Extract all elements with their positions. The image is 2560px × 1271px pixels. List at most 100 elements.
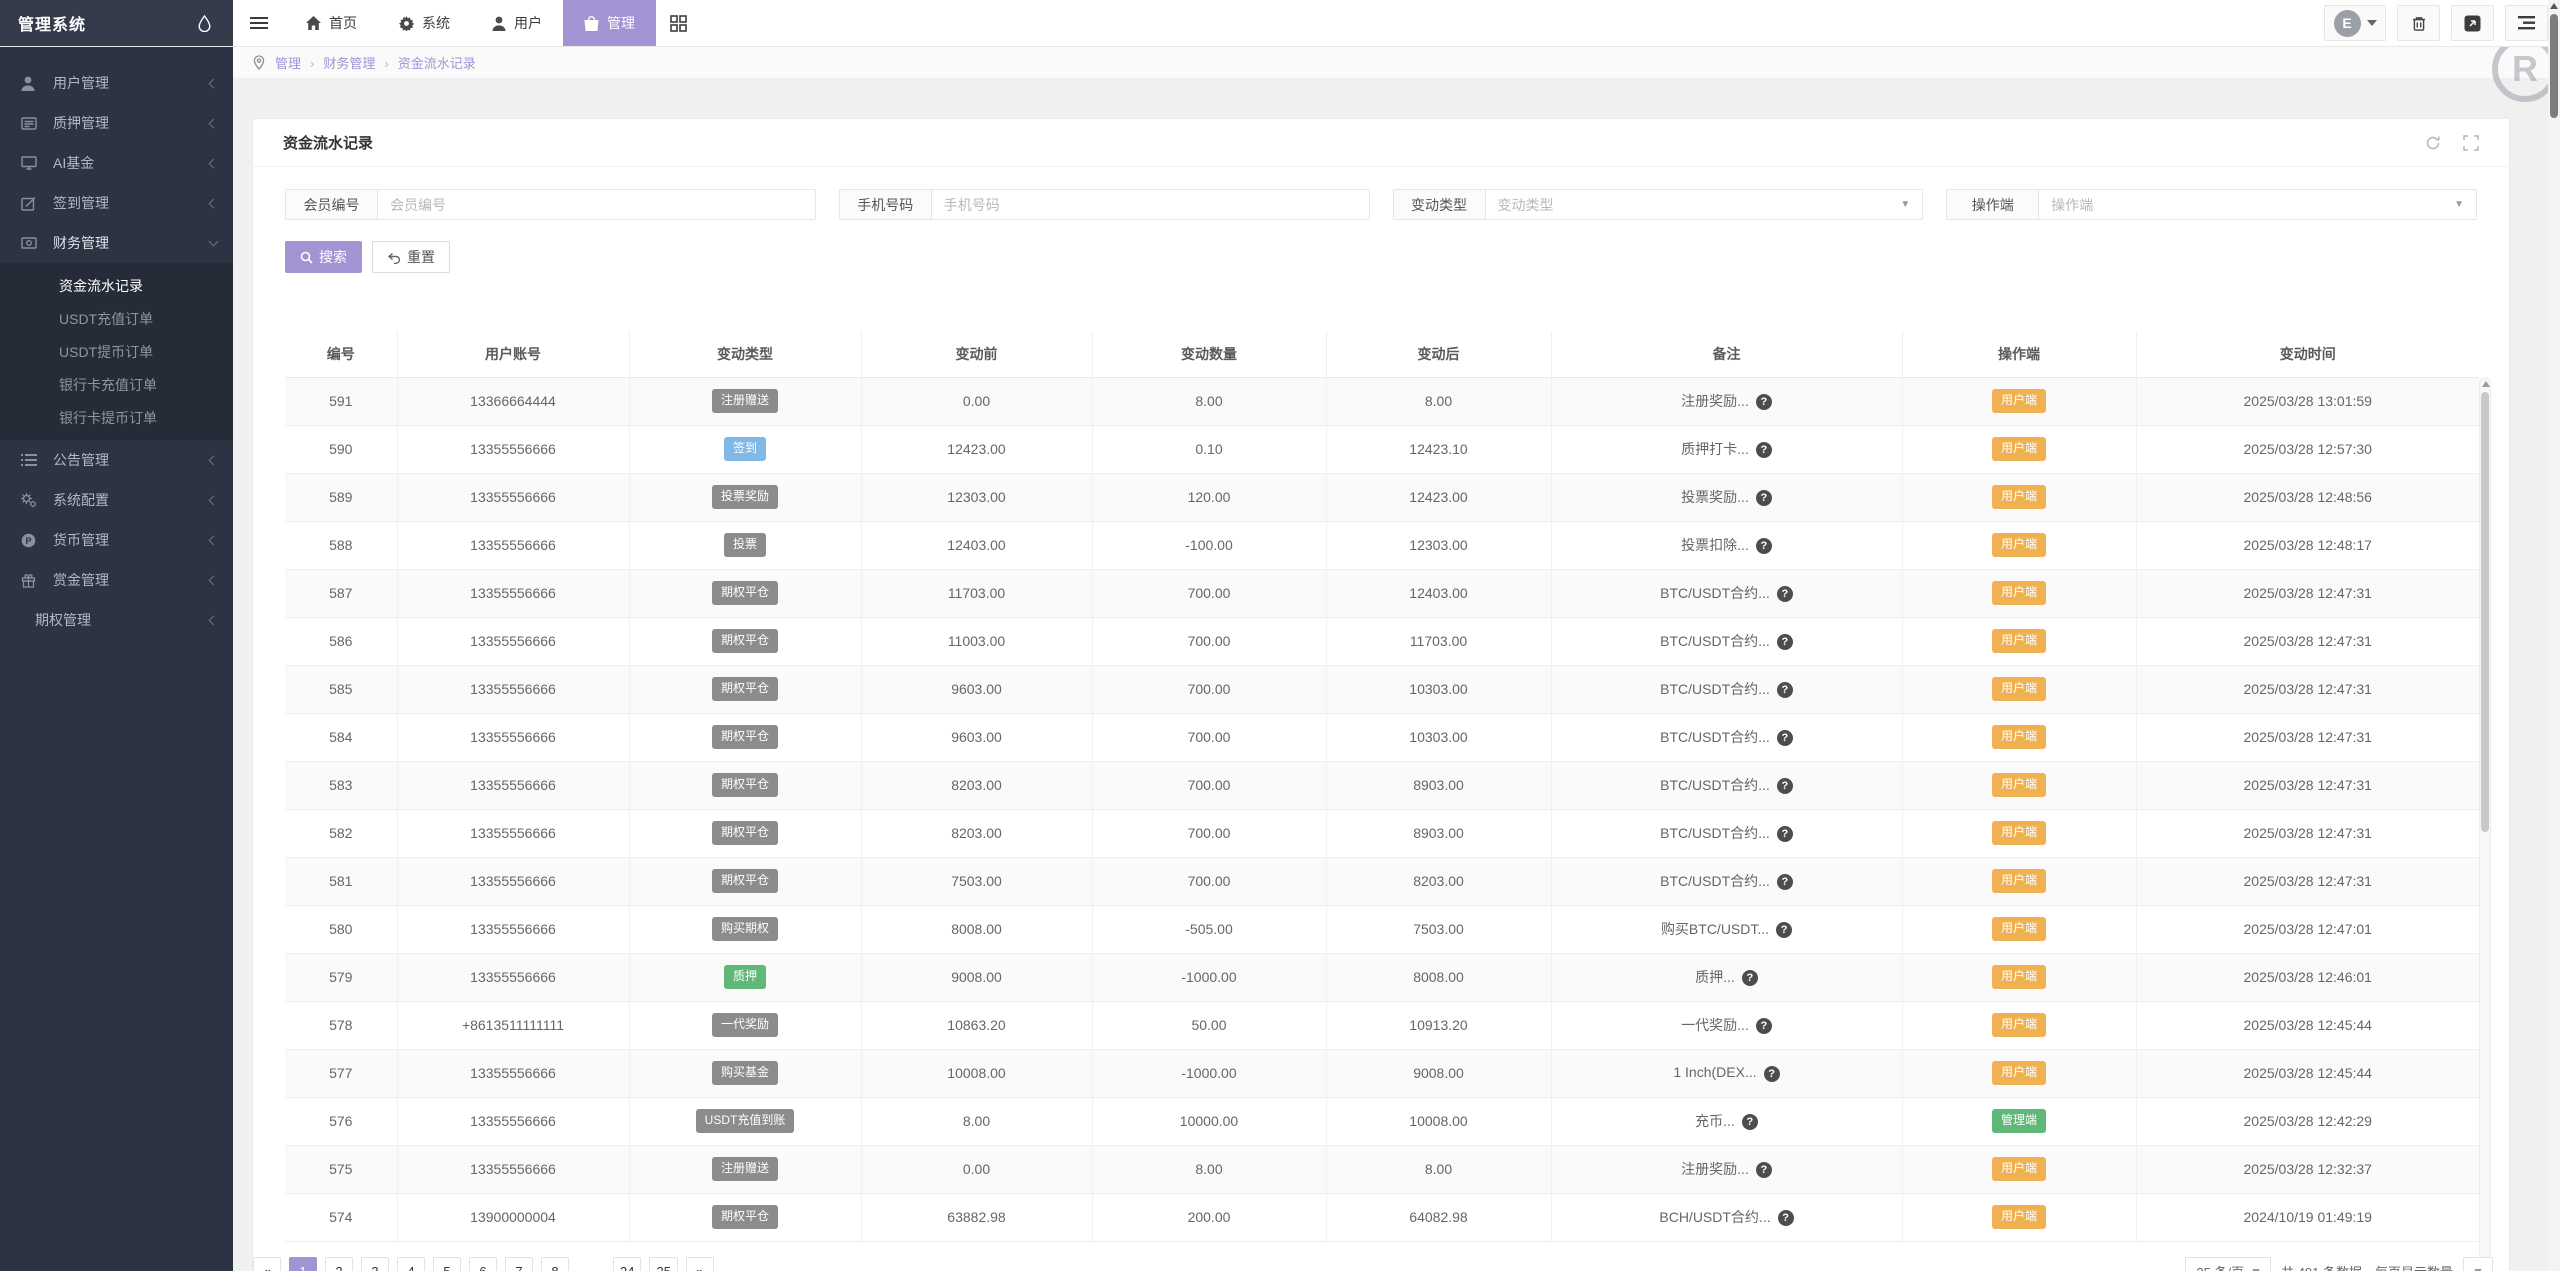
breadcrumb-item-3[interactable]: 资金流水记录: [398, 56, 476, 71]
table-row: 58913355556666投票奖励12303.00120.0012423.00…: [285, 473, 2479, 521]
table-row: 57513355556666注册赠送0.008.008.00注册奖励...?用户…: [285, 1145, 2479, 1193]
row-before: 0.00: [861, 1145, 1092, 1193]
sidebar-item-4[interactable]: 签到管理: [0, 183, 233, 223]
fullscreen-button[interactable]: [2451, 5, 2494, 41]
question-icon[interactable]: ?: [1742, 970, 1758, 986]
table-row: 59013355556666签到12423.000.1012423.10质押打卡…: [285, 425, 2479, 473]
apps-grid-icon[interactable]: [656, 0, 701, 46]
question-icon[interactable]: ?: [1777, 682, 1793, 698]
row-type: 购买基金: [629, 1049, 861, 1097]
row-type: 投票奖励: [629, 473, 861, 521]
sidebar-item-1[interactable]: 用户管理: [0, 63, 233, 103]
question-icon[interactable]: ?: [1742, 1114, 1758, 1130]
page-button-5[interactable]: 5: [433, 1257, 461, 1271]
page-button-3[interactable]: 3: [361, 1257, 389, 1271]
phone-input[interactable]: [931, 189, 1370, 220]
nav-item-4[interactable]: 管理: [563, 0, 656, 46]
member-id-input[interactable]: [377, 189, 816, 220]
more-menu-button[interactable]: [2505, 5, 2548, 41]
sidebar-item-2[interactable]: 质押管理: [0, 103, 233, 143]
question-icon[interactable]: ?: [1756, 490, 1772, 506]
terminal-badge: 用户端: [1992, 1157, 2046, 1181]
terminal-select[interactable]: 操作端 ▼: [2038, 189, 2477, 220]
remark-text: BTC/USDT合约...: [1660, 633, 1770, 649]
change-type-select[interactable]: 变动类型 ▼: [1485, 189, 1924, 220]
question-icon[interactable]: ?: [1756, 1018, 1772, 1034]
fullscreen-card-icon[interactable]: [2463, 135, 2479, 151]
breadcrumb-item-1[interactable]: 管理: [275, 56, 301, 71]
reset-button[interactable]: 重置: [372, 241, 450, 273]
row-terminal: 管理端: [1902, 1097, 2136, 1145]
search-button[interactable]: 搜索: [285, 241, 362, 273]
page-scrollbar[interactable]: [2548, 0, 2560, 1271]
question-icon[interactable]: ?: [1777, 730, 1793, 746]
refresh-icon[interactable]: [2425, 135, 2441, 151]
user-menu-button[interactable]: E: [2324, 5, 2386, 41]
row-time: 2025/03/28 12:47:31: [2136, 617, 2479, 665]
breadcrumb-item-2[interactable]: 财务管理: [323, 56, 375, 71]
row-time: 2025/03/28 12:32:37: [2136, 1145, 2479, 1193]
page-button-25[interactable]: 25: [649, 1257, 677, 1271]
sidebar-item-5[interactable]: 财务管理: [0, 223, 233, 263]
row-after: 10008.00: [1326, 1097, 1551, 1145]
question-icon[interactable]: ?: [1756, 394, 1772, 410]
page-button-7[interactable]: 7: [505, 1257, 533, 1271]
sidebar-subitem-1[interactable]: 资金流水记录: [0, 269, 233, 302]
question-icon[interactable]: ?: [1777, 826, 1793, 842]
page-size-select[interactable]: 25 条/页: [2185, 1257, 2271, 1271]
table-scrollbar-thumb[interactable]: [2481, 392, 2489, 832]
row-terminal: 用户端: [1902, 665, 2136, 713]
sidebar-subitem-4[interactable]: 银行卡充值订单: [0, 368, 233, 401]
question-icon[interactable]: ?: [1756, 538, 1772, 554]
sidebar-submenu: 资金流水记录USDT充值订单USDT提币订单银行卡充值订单银行卡提币订单: [0, 263, 233, 440]
sidebar-item-3[interactable]: AI基金: [0, 143, 233, 183]
question-icon[interactable]: ?: [1777, 778, 1793, 794]
scroll-up-arrow-icon[interactable]: [2482, 381, 2490, 387]
page-button-4[interactable]: 4: [397, 1257, 425, 1271]
sidebar-subitem-3[interactable]: USDT提币订单: [0, 335, 233, 368]
question-icon[interactable]: ?: [1777, 586, 1793, 602]
sidebar-item-9[interactable]: 赏金管理: [0, 560, 233, 600]
nav-item-2[interactable]: 系统: [378, 0, 471, 46]
nav-item-1[interactable]: 首页: [285, 0, 378, 46]
page-button-8[interactable]: 8: [541, 1257, 569, 1271]
row-type: 期权平仓: [629, 857, 861, 905]
sidebar-item-7[interactable]: 系统配置: [0, 480, 233, 520]
row-id: 584: [285, 713, 397, 761]
question-icon[interactable]: ?: [1778, 1210, 1794, 1226]
breadcrumb-separator: ›: [310, 56, 314, 71]
page-scrollbar-thumb[interactable]: [2550, 14, 2558, 118]
gear-icon: [399, 16, 414, 31]
question-icon[interactable]: ?: [1776, 922, 1792, 938]
sidebar-subitem-2[interactable]: USDT充值订单: [0, 302, 233, 335]
row-type: 注册赠送: [629, 1145, 861, 1193]
question-icon[interactable]: ?: [1764, 1066, 1780, 1082]
page-button-2[interactable]: 2: [325, 1257, 353, 1271]
clear-cache-button[interactable]: [2397, 5, 2440, 41]
question-icon[interactable]: ?: [1777, 634, 1793, 650]
prev-page-button[interactable]: «: [253, 1257, 281, 1271]
sidebar-item-10[interactable]: 期权管理: [0, 600, 233, 640]
question-icon[interactable]: ?: [1756, 442, 1772, 458]
page-button-6[interactable]: 6: [469, 1257, 497, 1271]
nav-item-3[interactable]: 用户: [471, 0, 563, 46]
page-button-24[interactable]: 24: [613, 1257, 641, 1271]
question-icon[interactable]: ?: [1777, 874, 1793, 890]
row-amount: 200.00: [1092, 1193, 1326, 1241]
form-icon: [21, 117, 38, 130]
row-remark: BCH/USDT合约...?: [1551, 1193, 1902, 1241]
page-button-1[interactable]: 1: [289, 1257, 317, 1271]
jump-page-select[interactable]: [2463, 1257, 2493, 1271]
sidebar-subitem-5[interactable]: 银行卡提币订单: [0, 401, 233, 434]
row-after: 10913.20: [1326, 1001, 1551, 1049]
sidebar-item-8[interactable]: P货币管理: [0, 520, 233, 560]
scroll-up-arrow-icon[interactable]: [2550, 3, 2558, 9]
row-before: 7503.00: [861, 857, 1092, 905]
sidebar-toggle-button[interactable]: [233, 0, 285, 46]
sidebar-item-6[interactable]: 公告管理: [0, 440, 233, 480]
row-time: 2025/03/28 12:47:31: [2136, 809, 2479, 857]
nav-item-label: 系统: [422, 13, 450, 33]
next-page-button[interactable]: »: [686, 1257, 714, 1271]
table-scrollbar[interactable]: [2479, 377, 2491, 1271]
question-icon[interactable]: ?: [1756, 1162, 1772, 1178]
